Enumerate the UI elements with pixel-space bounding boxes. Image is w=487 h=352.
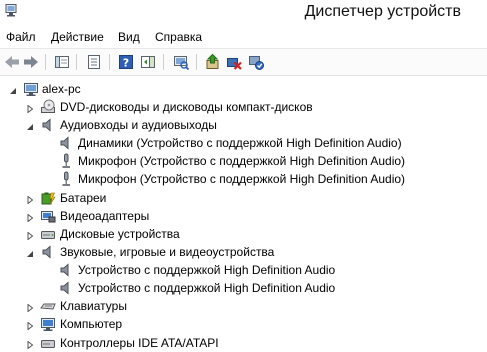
tree-root[interactable]: alex-pc <box>0 80 487 98</box>
display-adapter-icon <box>40 208 56 224</box>
disable-device-button[interactable] <box>225 53 243 71</box>
menu-file[interactable]: Файл <box>6 30 36 44</box>
enable-device-icon <box>249 56 264 70</box>
collapse-arrow-icon[interactable] <box>26 120 34 130</box>
arrow-right-icon <box>24 56 38 68</box>
tree-category-batteries[interactable]: Батареи <box>0 189 487 207</box>
action-pane-icon <box>141 56 155 68</box>
tree-category-sound-video-game[interactable]: Звуковые, игровые и видеоустройства <box>0 243 487 261</box>
category-label: Видеоадаптеры <box>60 209 150 223</box>
show-hide-action-pane-button[interactable] <box>139 53 157 71</box>
device-label: Устройство с поддержкой High Definition … <box>78 263 336 277</box>
speaker-icon <box>58 262 74 278</box>
properties-icon <box>88 55 100 69</box>
battery-icon <box>40 190 56 206</box>
properties-button[interactable] <box>85 53 103 71</box>
computer-name: alex-pc <box>42 82 81 96</box>
category-label: Компьютер <box>60 317 123 331</box>
category-label: Звуковые, игровые и видеоустройства <box>60 245 275 259</box>
expand-arrow-icon[interactable] <box>26 229 34 241</box>
keyboard-icon <box>40 298 56 314</box>
console-tree-icon <box>55 56 69 68</box>
toolbar-separator <box>163 54 164 70</box>
update-driver-button[interactable] <box>204 53 222 71</box>
disk-drive-icon <box>40 226 56 242</box>
help-button[interactable]: ? <box>117 53 135 71</box>
scan-hardware-changes-button[interactable] <box>172 53 190 71</box>
help-icon: ? <box>119 55 133 70</box>
category-label: Аудиовходы и аудиовыходы <box>60 118 217 132</box>
tree-category-disk-drives[interactable]: Дисковые устройства <box>0 225 487 243</box>
collapse-arrow-icon[interactable] <box>9 84 17 94</box>
computer-icon <box>40 316 56 332</box>
category-label: Контроллеры IDE ATA/ATAPI <box>60 336 219 350</box>
window-title: Диспетчер устройств <box>304 3 461 20</box>
arrow-left-icon <box>5 56 19 68</box>
tree-category-display-adapters[interactable]: Видеоадаптеры <box>0 207 487 225</box>
expand-arrow-icon[interactable] <box>26 338 34 350</box>
category-label: Дисковые устройства <box>60 227 180 241</box>
microphone-icon <box>58 153 74 169</box>
expand-arrow-icon[interactable] <box>26 102 34 114</box>
speaker-icon <box>40 244 56 260</box>
tree-device-hd-audio-1[interactable]: Устройство с поддержкой High Definition … <box>0 261 487 279</box>
device-manager-app-icon[interactable] <box>5 4 17 17</box>
toolbar-separator <box>45 54 46 70</box>
speaker-icon <box>58 135 74 151</box>
toolbar-separator <box>76 54 77 70</box>
title-bar: Диспетчер устройств <box>0 0 487 26</box>
dvd-drive-icon <box>40 99 56 115</box>
device-label: Устройство с поддержкой High Definition … <box>78 281 336 295</box>
toolbar-separator <box>109 54 110 70</box>
device-label: Микрофон (Устройство с поддержкой High D… <box>78 154 406 168</box>
menu-view[interactable]: Вид <box>118 30 140 44</box>
tree-category-audio-inputs-outputs[interactable]: Аудиовходы и аудиовыходы <box>0 116 487 134</box>
enable-device-button[interactable] <box>247 53 265 71</box>
category-label: Батареи <box>60 191 107 205</box>
expand-arrow-icon[interactable] <box>26 319 34 331</box>
category-label: Клавиатуры <box>60 299 127 313</box>
tree-device-hd-audio-2[interactable]: Устройство с поддержкой High Definition … <box>0 279 487 297</box>
menu-help[interactable]: Справка <box>155 30 202 44</box>
menu-bar: Файл Действие Вид Справка <box>0 28 487 46</box>
device-label: Динамики (Устройство с поддержкой High D… <box>78 136 402 150</box>
forward-button[interactable] <box>22 53 40 71</box>
tree-device-microphone-1[interactable]: Микрофон (Устройство с поддержкой High D… <box>0 152 487 170</box>
back-button[interactable] <box>3 53 21 71</box>
speaker-icon <box>40 117 56 133</box>
speaker-icon <box>58 280 74 296</box>
scan-hardware-icon <box>174 56 190 71</box>
tree-category-dvd[interactable]: DVD-дисководы и дисководы компакт-дисков <box>0 98 487 116</box>
menu-action[interactable]: Действие <box>51 30 104 44</box>
toolbar-separator <box>196 54 197 70</box>
tree-category-keyboards[interactable]: Клавиатуры <box>0 297 487 315</box>
device-tree[interactable]: alex-pc DVD-дисководы и дисководы компак… <box>0 76 487 350</box>
tree-category-computer[interactable]: Компьютер <box>0 315 487 333</box>
svg-text:?: ? <box>123 57 129 70</box>
console-tree-button[interactable] <box>53 53 71 71</box>
ide-controller-icon <box>40 335 56 351</box>
collapse-arrow-icon[interactable] <box>26 247 34 257</box>
tree-category-ide-controllers[interactable]: Контроллеры IDE ATA/ATAPI <box>0 334 487 352</box>
update-driver-icon <box>206 53 219 69</box>
tree-device-speakers[interactable]: Динамики (Устройство с поддержкой High D… <box>0 134 487 152</box>
disable-device-icon <box>227 58 242 70</box>
toolbar: ? <box>0 48 487 76</box>
expand-arrow-icon[interactable] <box>26 211 34 223</box>
tree-device-microphone-2[interactable]: Микрофон (Устройство с поддержкой High D… <box>0 170 487 188</box>
category-label: DVD-дисководы и дисководы компакт-дисков <box>60 100 313 114</box>
computer-icon <box>23 81 39 97</box>
expand-arrow-icon[interactable] <box>26 301 34 313</box>
microphone-icon <box>58 171 74 187</box>
device-label: Микрофон (Устройство с поддержкой High D… <box>78 172 406 186</box>
expand-arrow-icon[interactable] <box>26 193 34 205</box>
